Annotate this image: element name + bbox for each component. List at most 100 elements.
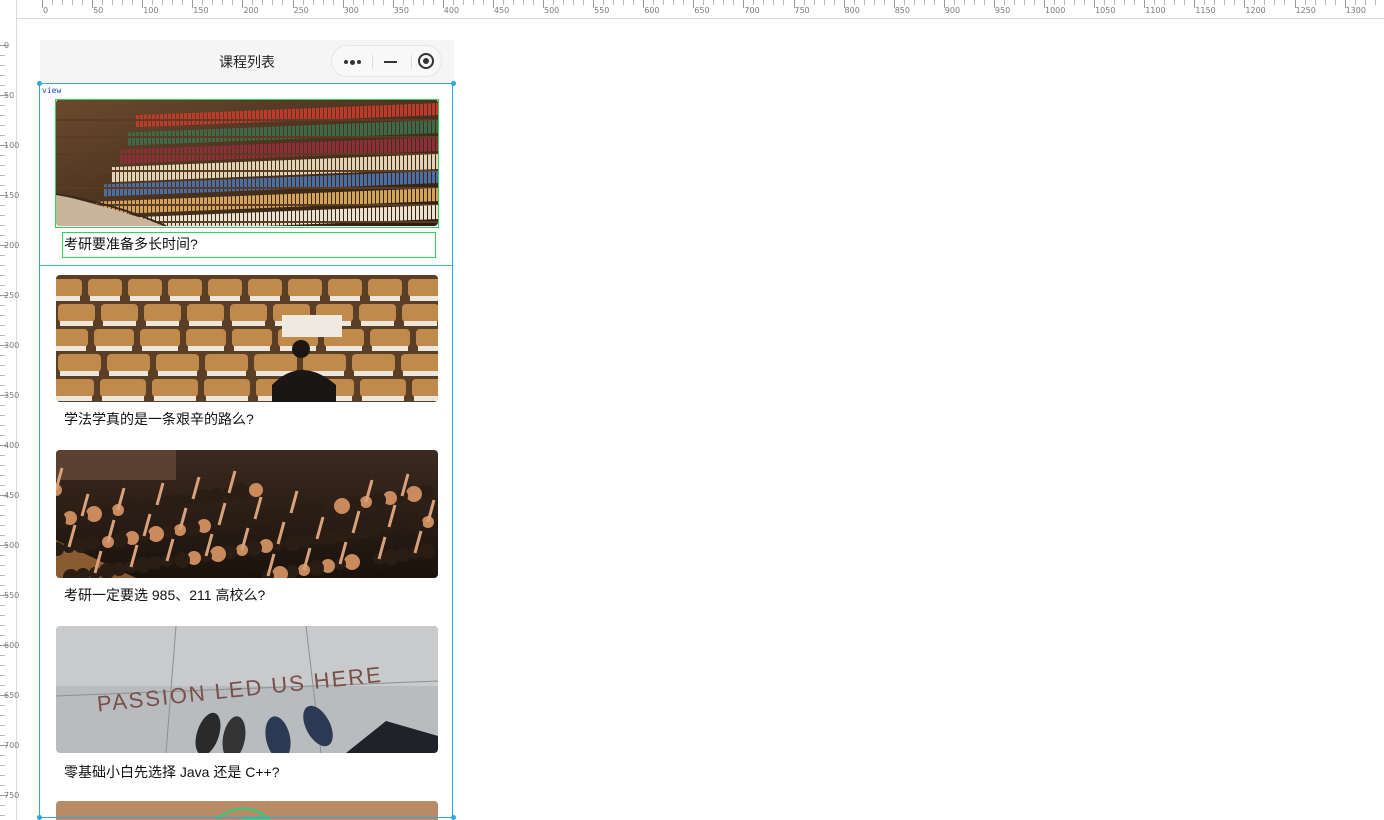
ruler-tick <box>783 0 785 5</box>
ruler-label: 500 <box>4 541 20 550</box>
ruler-tick <box>0 755 5 756</box>
ruler-label: 300 <box>343 6 359 15</box>
ruler-tick <box>653 0 655 5</box>
ruler-tick <box>903 0 905 5</box>
ruler-label: 100 <box>143 6 159 15</box>
ruler-tick <box>0 55 5 56</box>
ruler-tick <box>162 0 164 5</box>
ruler-tick <box>0 805 5 806</box>
ruler-tick <box>352 0 354 5</box>
ruler-tick <box>0 715 5 716</box>
course-title: 考研一定要选 985、211 高校么? <box>64 587 266 603</box>
ruler-tick <box>0 285 5 286</box>
ruler-tick <box>0 615 5 616</box>
more-icon[interactable] <box>344 59 364 65</box>
ruler-tick <box>1064 0 1066 5</box>
ruler-tick <box>0 85 5 86</box>
ruler-tick <box>452 0 454 5</box>
phone-simulator: 课程列表 考研要准备多长时间? 学法学真的是一条艰辛的路么? 考研一定要选 98… <box>40 40 454 820</box>
ruler-label: 700 <box>4 741 20 750</box>
ruler-tick <box>0 155 5 156</box>
close-target-icon[interactable] <box>418 53 434 69</box>
ruler-tick <box>0 535 5 536</box>
ruler-tick <box>362 0 364 5</box>
ruler-tick <box>0 685 5 686</box>
ruler-label: 750 <box>794 6 810 15</box>
ruler-tick <box>0 515 5 516</box>
ruler-tick <box>0 255 5 256</box>
ruler-tick <box>0 175 5 176</box>
ruler-tick <box>1164 0 1166 5</box>
view-tag-label: view <box>42 86 62 95</box>
ruler-tick <box>933 0 935 5</box>
ruler-tick <box>1214 0 1216 5</box>
ruler-label: 450 <box>493 6 510 15</box>
raised-hands-image <box>56 450 438 578</box>
ruler-tick <box>983 0 985 5</box>
ruler-tick <box>0 725 5 726</box>
ruler-tick <box>0 185 5 186</box>
ruler-tick <box>1003 0 1005 5</box>
resize-handle[interactable] <box>37 815 42 820</box>
ruler-tick <box>1324 0 1326 5</box>
capsule-divider <box>372 55 373 69</box>
ruler-tick <box>1264 0 1266 5</box>
ruler-tick <box>1013 0 1015 5</box>
ruler-label: 950 <box>994 6 1011 15</box>
ruler-tick <box>1023 0 1025 5</box>
ruler-tick <box>0 635 5 636</box>
ruler-tick <box>663 0 665 5</box>
course-card[interactable]: PASSION LED US HERE 零基础小白先选择 Java 还是 C++… <box>40 626 454 786</box>
ruler-tick <box>1084 0 1086 5</box>
course-card[interactable]: 考研要准备多长时间? <box>40 99 454 259</box>
ruler-tick <box>1074 0 1076 5</box>
ruler-label: 600 <box>644 6 660 15</box>
ruler-tick <box>0 305 5 306</box>
course-card[interactable] <box>40 801 454 820</box>
ruler-tick <box>0 565 5 566</box>
ruler-label: 150 <box>193 6 209 15</box>
ruler-tick <box>482 0 484 5</box>
ruler-tick <box>152 0 154 5</box>
ruler-tick <box>583 0 585 5</box>
resize-handle[interactable] <box>451 815 456 820</box>
resize-handle[interactable] <box>451 81 456 86</box>
ruler-tick <box>0 225 5 226</box>
ruler-tick <box>1114 0 1116 5</box>
ruler-tick <box>262 0 264 5</box>
ruler-tick <box>322 0 324 5</box>
ruler-tick <box>0 475 5 476</box>
ruler-tick <box>0 425 5 426</box>
ruler-tick <box>522 0 524 5</box>
ruler-tick <box>532 0 534 5</box>
ruler-label: 450 <box>4 491 20 500</box>
ruler-tick <box>0 605 5 606</box>
ruler-label: 50 <box>4 91 15 100</box>
ruler-tick <box>0 325 5 326</box>
minimize-icon[interactable] <box>384 61 397 63</box>
ruler-tick <box>633 0 635 5</box>
ruler-tick <box>1284 0 1286 5</box>
course-card[interactable]: 学法学真的是一条艰辛的路么? <box>40 275 454 435</box>
ruler-tick <box>0 355 5 356</box>
ruler-tick <box>62 0 64 5</box>
ruler-tick <box>52 0 54 5</box>
ruler-tick <box>0 265 5 266</box>
ruler-tick <box>1224 0 1226 5</box>
ruler-tick <box>0 625 5 626</box>
ruler-tick <box>272 0 274 5</box>
ruler-tick <box>0 815 5 816</box>
ruler-tick <box>122 0 124 5</box>
course-card[interactable]: 考研一定要选 985、211 高校么? <box>40 450 454 610</box>
ruler-tick <box>0 585 5 586</box>
ruler-tick <box>0 275 5 276</box>
ruler-tick <box>953 0 955 5</box>
capsule-divider <box>411 55 412 69</box>
course-image <box>56 275 438 402</box>
ruler-tick <box>1334 0 1336 5</box>
course-title: 学法学真的是一条艰辛的路么? <box>64 411 254 427</box>
ruler-tick <box>753 0 755 5</box>
ruler-tick <box>462 0 464 5</box>
ruler-tick <box>763 0 765 5</box>
horizontal-ruler: 0 50 100 150 200 250 300 350 400 450 500 550 600 650 7… <box>0 0 1384 19</box>
